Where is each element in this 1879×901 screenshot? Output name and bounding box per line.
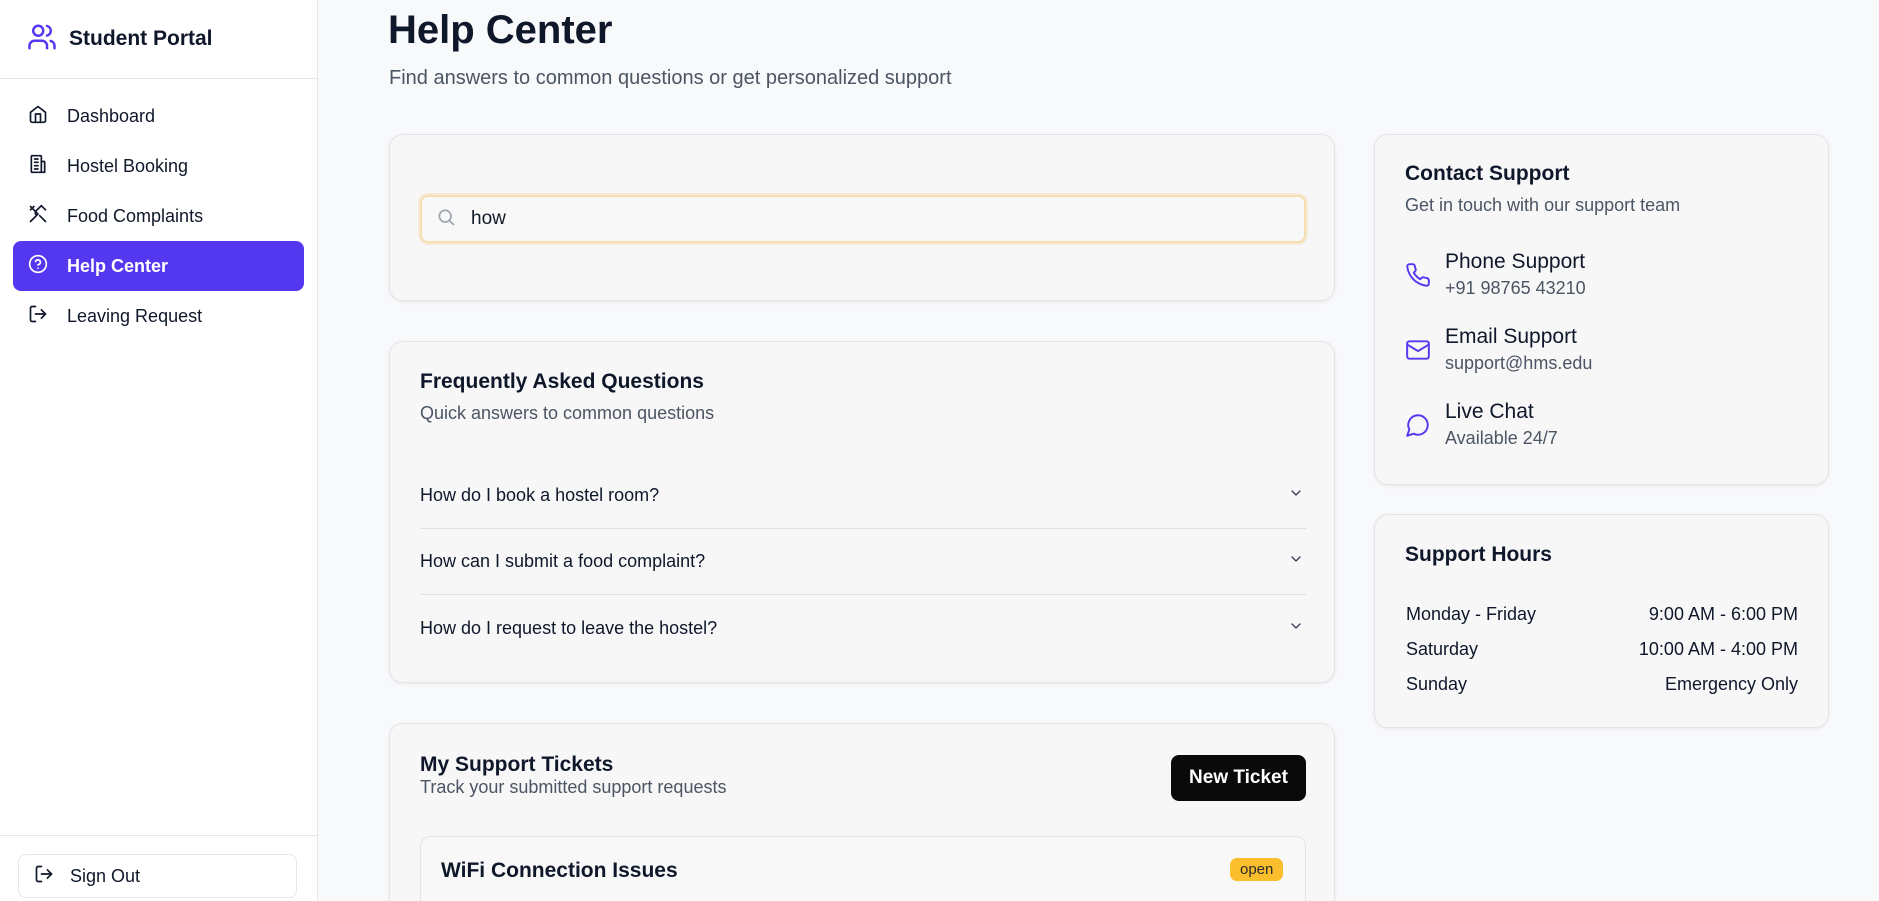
hours-row: Saturday 10:00 AM - 4:00 PM	[1406, 639, 1798, 660]
sidebar-item-label: Help Center	[67, 255, 169, 276]
contact-live-chat[interactable]: Live Chat Available 24/7	[1405, 400, 1558, 449]
faq-subtitle: Quick answers to common questions	[420, 403, 715, 423]
sidebar-footer: Sign Out	[0, 835, 317, 901]
hours-row: Monday - Friday 9:00 AM - 6:00 PM	[1406, 604, 1798, 625]
contact-email[interactable]: Email Support support@hms.edu	[1405, 325, 1592, 374]
tickets-title: My Support Tickets	[420, 753, 614, 776]
search-input[interactable]	[471, 208, 1291, 230]
new-ticket-button[interactable]: New Ticket	[1171, 755, 1306, 801]
contact-detail: support@hms.edu	[1445, 353, 1593, 373]
ticket-title: WiFi Connection Issues	[441, 859, 678, 882]
chevron-down-icon	[1288, 551, 1306, 572]
page-title: Help Center	[388, 8, 613, 52]
faq-title: Frequently Asked Questions	[420, 370, 704, 393]
contact-card: Contact Support Get in touch with our su…	[1374, 134, 1829, 485]
search-card	[389, 134, 1335, 301]
sidebar-item-leaving-request[interactable]: Leaving Request	[13, 291, 304, 341]
faq-item[interactable]: How can I submit a food complaint?	[420, 529, 1306, 595]
app-title: Student Portal	[69, 27, 213, 50]
contact-detail: Available 24/7	[1445, 428, 1558, 448]
faq-item[interactable]: How do I request to leave the hostel?	[420, 595, 1306, 661]
brand: Student Portal	[0, 0, 317, 79]
sign-out-label: Sign Out	[70, 865, 141, 886]
faq-item[interactable]: How do I book a hostel room?	[420, 463, 1306, 529]
contact-phone[interactable]: Phone Support +91 98765 43210	[1405, 250, 1586, 299]
hours-day: Saturday	[1406, 639, 1479, 659]
sidebar-nav: Dashboard Hostel Booking Food Complaints…	[0, 79, 317, 353]
hours-title: Support Hours	[1405, 543, 1552, 566]
sidebar-item-label: Dashboard	[67, 105, 156, 126]
hours-time: Emergency Only	[1664, 674, 1798, 694]
sidebar-item-food-complaints[interactable]: Food Complaints	[13, 191, 304, 241]
utensils-crossed-icon	[28, 204, 48, 229]
building-icon	[28, 154, 48, 179]
hours-day: Monday - Friday	[1406, 604, 1537, 624]
contact-subtitle: Get in touch with our support team	[1405, 195, 1681, 215]
sign-out-button[interactable]: Sign Out	[18, 854, 297, 898]
contact-name: Phone Support	[1445, 250, 1586, 273]
hours-time: 9:00 AM - 6:00 PM	[1648, 604, 1798, 624]
search-icon	[436, 207, 456, 232]
sidebar-item-hostel-booking[interactable]: Hostel Booking	[13, 141, 304, 191]
status-badge: open	[1230, 858, 1284, 881]
faq-question: How can I submit a food complaint?	[420, 551, 706, 571]
hours-card: Support Hours Monday - Friday 9:00 AM - …	[1374, 514, 1829, 728]
sidebar-item-dashboard[interactable]: Dashboard	[13, 91, 304, 141]
hours-day: Sunday	[1406, 674, 1468, 694]
contact-name: Live Chat	[1445, 400, 1534, 423]
sidebar: Student Portal Dashboard Hostel Booking …	[0, 0, 318, 901]
hours-time: 10:00 AM - 4:00 PM	[1638, 639, 1798, 659]
faq-question: How do I book a hostel room?	[420, 485, 660, 505]
hours-row: Sunday Emergency Only	[1406, 674, 1798, 695]
sidebar-item-label: Hostel Booking	[67, 155, 189, 176]
home-icon	[28, 104, 48, 129]
tickets-subtitle: Track your submitted support requests	[420, 777, 727, 797]
mail-icon	[1405, 325, 1431, 374]
search-box[interactable]	[420, 195, 1306, 243]
message-circle-icon	[1405, 400, 1431, 449]
sidebar-item-label: Leaving Request	[67, 305, 203, 326]
sidebar-item-help-center[interactable]: Help Center	[13, 241, 304, 291]
faq-list: How do I book a hostel room? How can I s…	[420, 463, 1306, 661]
contact-detail: +91 98765 43210	[1445, 278, 1586, 298]
log-out-icon	[28, 304, 48, 329]
help-circle-icon	[28, 254, 48, 279]
page-subtitle: Find answers to common questions or get …	[389, 67, 952, 89]
contact-title: Contact Support	[1405, 162, 1570, 185]
chevron-down-icon	[1288, 485, 1306, 506]
chevron-down-icon	[1288, 618, 1306, 639]
log-out-icon	[34, 864, 54, 889]
tickets-card: My Support Tickets Track your submitted …	[389, 723, 1335, 901]
faq-card: Frequently Asked Questions Quick answers…	[389, 341, 1335, 683]
phone-icon	[1405, 250, 1431, 299]
ticket-item[interactable]: WiFi Connection Issues open	[420, 836, 1306, 901]
sidebar-item-label: Food Complaints	[67, 205, 204, 226]
contact-name: Email Support	[1445, 325, 1577, 348]
faq-question: How do I request to leave the hostel?	[420, 617, 718, 638]
users-icon	[27, 22, 57, 57]
